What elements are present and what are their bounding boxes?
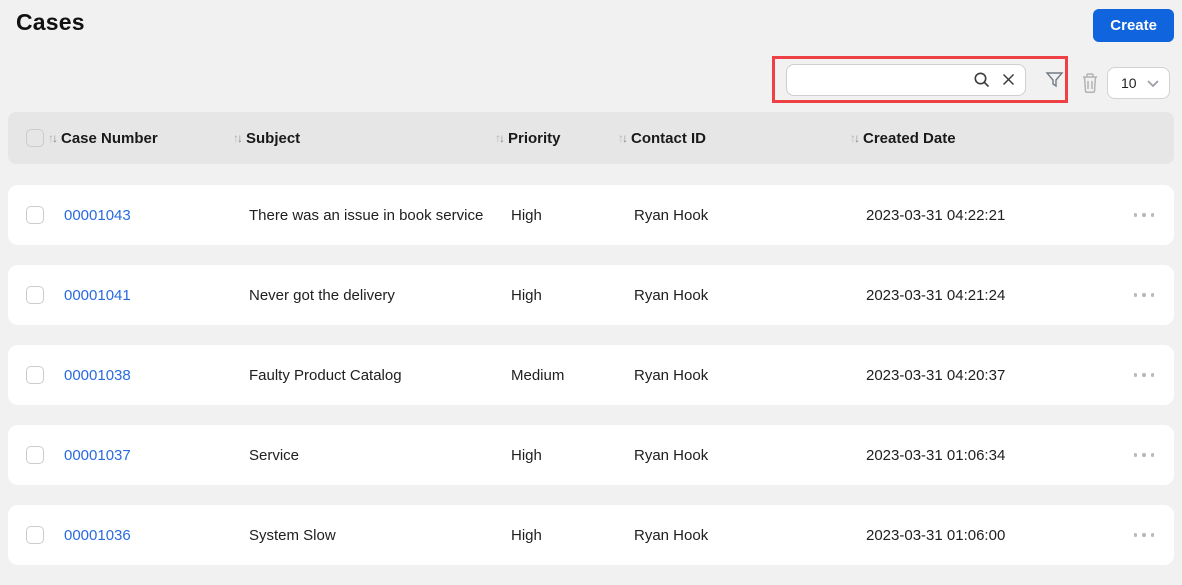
case-number-link[interactable]: 00001041 (64, 287, 131, 304)
contact-cell: Ryan Hook (634, 206, 709, 224)
trash-icon[interactable] (1079, 71, 1101, 95)
created-date-cell: 2023-03-31 01:06:34 (866, 446, 1006, 464)
column-label: Contact ID (631, 129, 706, 147)
subject-cell: Never got the delivery (249, 286, 395, 304)
priority-cell: Medium (511, 366, 565, 384)
table-row: 00001041 Never got the delivery High Rya… (8, 265, 1174, 325)
row-menu-ellipsis-icon[interactable] (1132, 207, 1157, 223)
contact-cell: Ryan Hook (634, 446, 709, 464)
subject-cell: Faulty Product Catalog (249, 366, 402, 384)
priority-cell: High (511, 446, 542, 464)
contact-cell: Ryan Hook (634, 286, 709, 304)
table-row: 00001038 Faulty Product Catalog Medium R… (8, 345, 1174, 405)
priority-cell: High (511, 206, 542, 224)
sort-icon[interactable]: ↑ ↓ (618, 132, 628, 144)
column-header-case-number[interactable]: ↑ ↓ Case Number (48, 130, 233, 147)
table-row: 00001036 System Slow High Ryan Hook 2023… (8, 505, 1174, 565)
select-all-checkbox[interactable] (26, 129, 44, 147)
priority-cell: High (511, 286, 542, 304)
subject-cell: System Slow (249, 526, 336, 544)
column-label: Subject (246, 129, 301, 147)
row-checkbox[interactable] (26, 526, 44, 544)
search-input[interactable] (787, 64, 969, 95)
page-title: Cases (16, 9, 85, 35)
search-box[interactable] (786, 63, 1026, 96)
row-menu-ellipsis-icon[interactable] (1132, 287, 1157, 303)
subject-cell: There was an issue in book service (249, 206, 484, 224)
case-number-link[interactable]: 00001043 (64, 207, 131, 224)
priority-cell: High (511, 526, 542, 544)
clear-search-icon[interactable] (995, 65, 1021, 95)
chevron-down-icon (1146, 79, 1160, 88)
row-menu-ellipsis-icon[interactable] (1132, 447, 1157, 463)
filter-icon[interactable] (1044, 65, 1065, 95)
sort-icon[interactable]: ↑ ↓ (495, 132, 505, 144)
column-header-created-date[interactable]: ↑ ↓ Created Date (850, 130, 1100, 147)
annotation-highlight-box (772, 56, 1068, 103)
row-checkbox[interactable] (26, 286, 44, 304)
row-menu-ellipsis-icon[interactable] (1132, 367, 1157, 383)
table-row: 00001043 There was an issue in book serv… (8, 185, 1174, 245)
contact-cell: Ryan Hook (634, 366, 709, 384)
created-date-cell: 2023-03-31 04:20:37 (866, 366, 1006, 384)
column-header-priority[interactable]: ↑ ↓ Priority (495, 130, 618, 147)
case-number-link[interactable]: 00001037 (64, 447, 131, 464)
column-header-subject[interactable]: ↑ ↓ Subject (233, 130, 495, 147)
cases-table: ↑ ↓ Case Number ↑ ↓ Subject ↑ ↓ Priority ↑ ↓… (8, 112, 1174, 585)
row-checkbox[interactable] (26, 366, 44, 384)
sort-icon[interactable]: ↑ ↓ (233, 132, 243, 144)
table-header-row: ↑ ↓ Case Number ↑ ↓ Subject ↑ ↓ Priority ↑ ↓… (8, 112, 1174, 164)
sort-icon[interactable]: ↑ ↓ (850, 132, 860, 144)
column-label: Created Date (863, 129, 956, 147)
table-body: 00001043 There was an issue in book serv… (8, 185, 1174, 565)
case-number-link[interactable]: 00001038 (64, 367, 131, 384)
page-size-select[interactable]: 10 (1107, 67, 1170, 99)
search-icon[interactable] (969, 65, 995, 95)
column-label: Priority (508, 129, 561, 147)
created-date-cell: 2023-03-31 01:06:00 (866, 526, 1006, 544)
create-button[interactable]: Create (1093, 9, 1174, 42)
case-number-link[interactable]: 00001036 (64, 527, 131, 544)
page-size-value: 10 (1121, 75, 1137, 91)
sort-icon[interactable]: ↑ ↓ (48, 132, 58, 144)
contact-cell: Ryan Hook (634, 526, 709, 544)
column-header-contact-id[interactable]: ↑ ↓ Contact ID (618, 130, 850, 147)
row-checkbox[interactable] (26, 206, 44, 224)
column-label: Case Number (61, 129, 158, 147)
table-row: 00001037 Service High Ryan Hook 2023-03-… (8, 425, 1174, 485)
created-date-cell: 2023-03-31 04:22:21 (866, 206, 1006, 224)
row-checkbox[interactable] (26, 446, 44, 464)
created-date-cell: 2023-03-31 04:21:24 (866, 286, 1006, 304)
row-menu-ellipsis-icon[interactable] (1132, 527, 1157, 543)
subject-cell: Service (249, 446, 300, 464)
